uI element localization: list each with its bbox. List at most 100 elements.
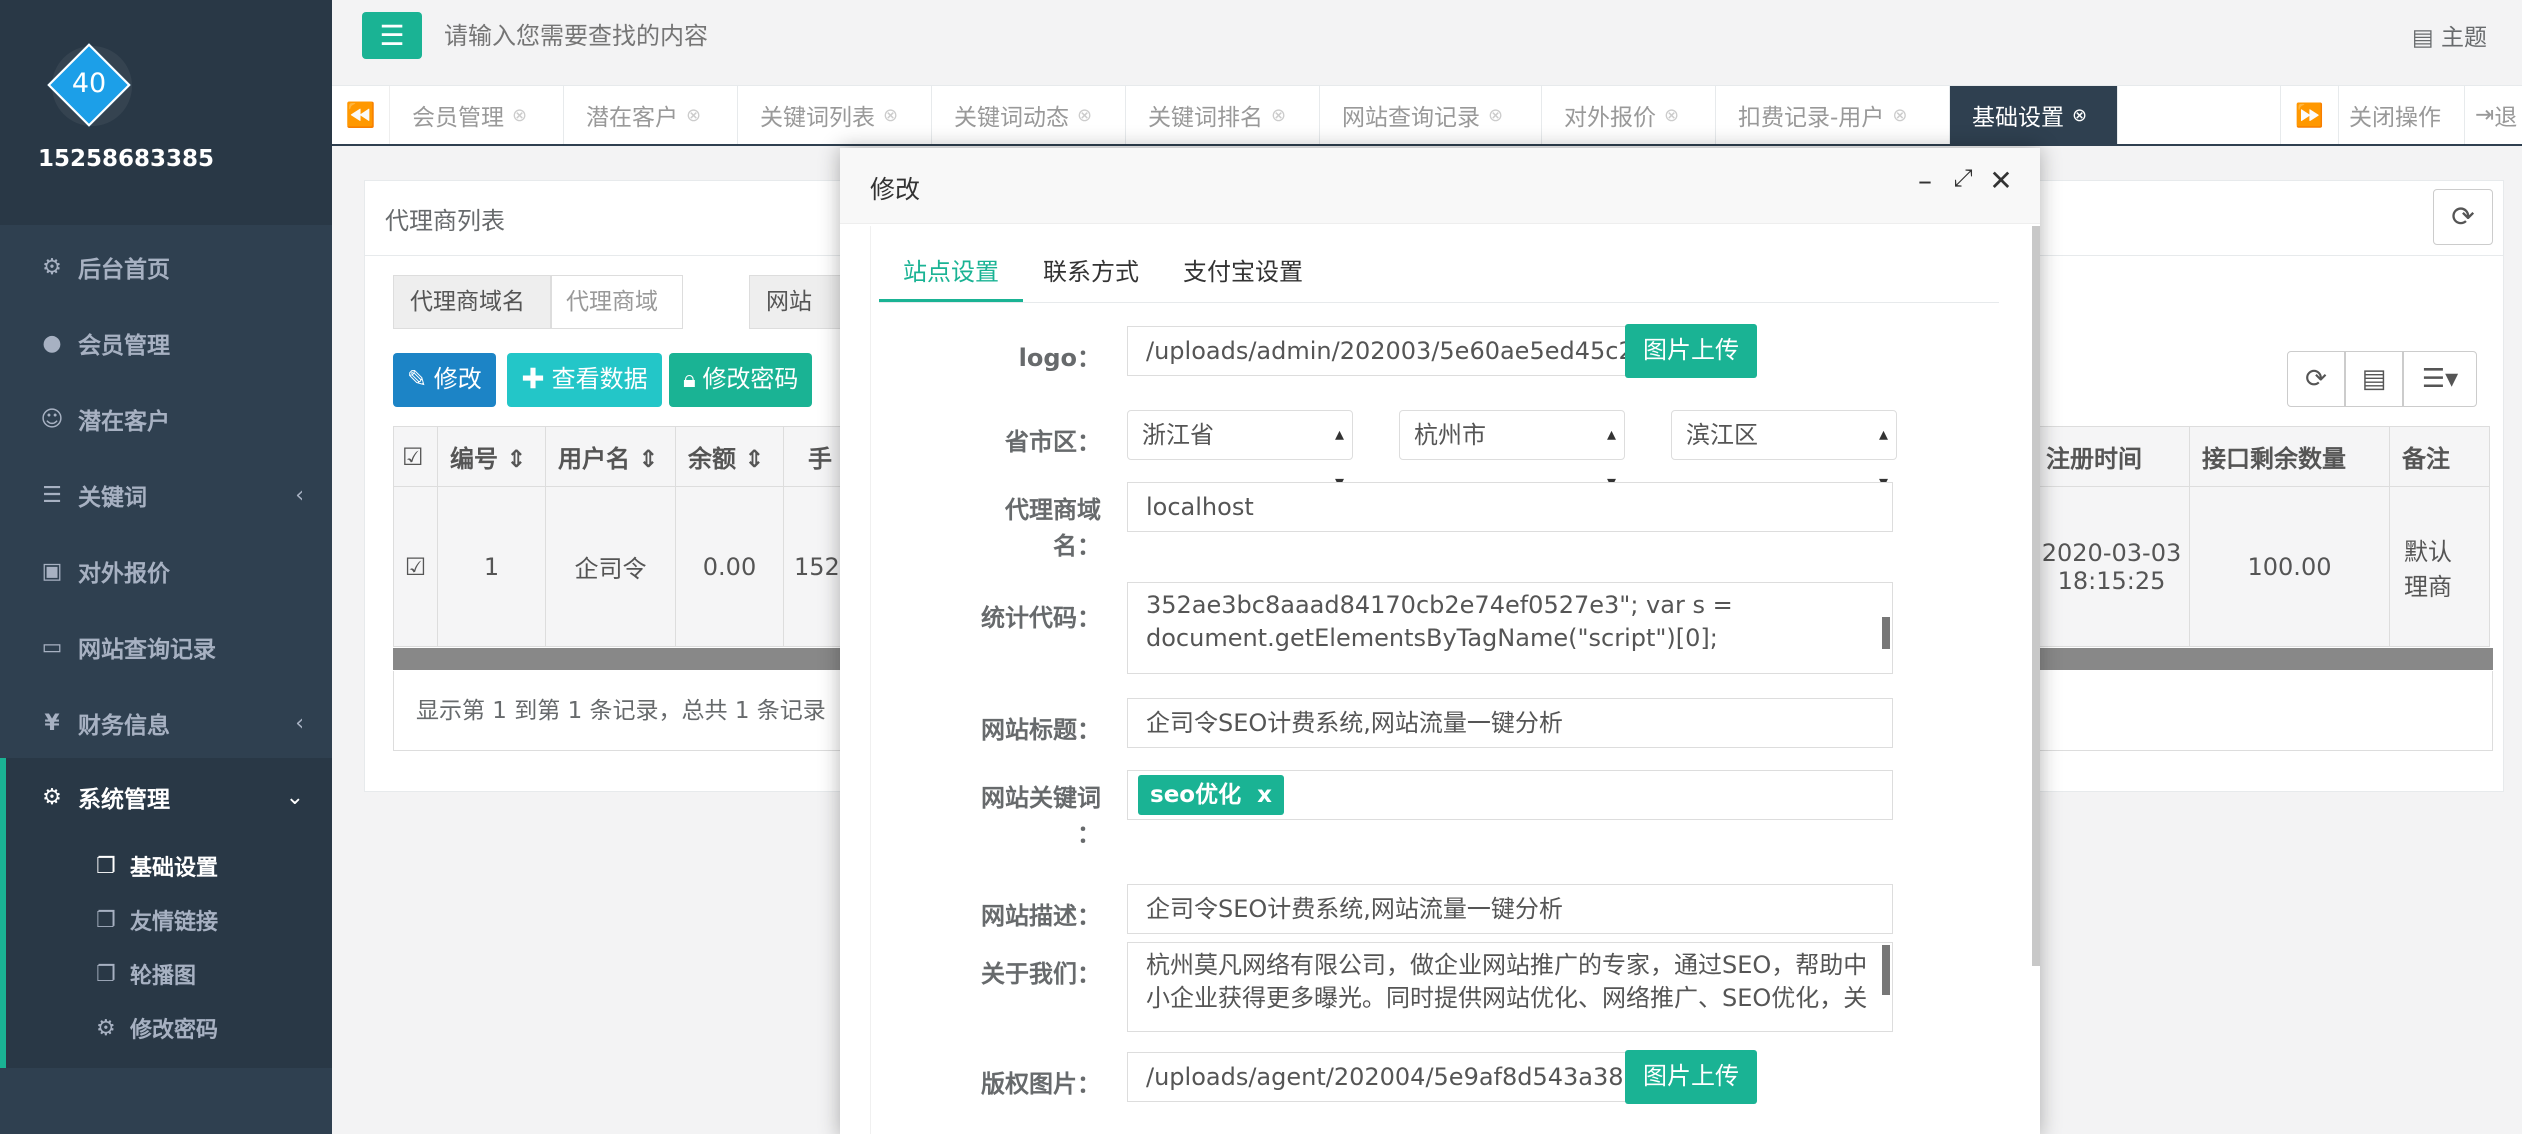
sidebar-item-system[interactable]: ⚙ 系统管理 ⌄ [0,760,332,834]
tab-label: 关键词排名 [1148,105,1263,131]
user-phone[interactable]: 15258683385 [38,146,214,172]
site-title-input[interactable]: 企司令SEO计费系统,网站流量一键分析 [1127,698,1893,748]
textarea-scrollbar[interactable] [1882,617,1890,649]
logout-icon: ⇥ [2475,102,2495,128]
tab-members[interactable]: 会员管理 ⊗ [390,86,564,144]
site-desc-input[interactable]: 企司令SEO计费系统,网站流量一键分析 [1127,884,1893,934]
sidebar-subitem-label: 友情链接 [130,910,219,935]
tab-label: 关键词动态 [954,105,1069,131]
province-value: 浙江省 [1142,421,1214,449]
city-select[interactable]: 杭州市▴▾ [1399,410,1625,493]
domain-label: 代理商域 名： [1005,496,1101,560]
sidebar-item-members[interactable]: ● 会员管理 [0,306,332,380]
minimize-icon[interactable]: – [1908,164,1942,197]
close-icon[interactable]: ⊗ [2072,105,2087,126]
sidebar-subitem-label: 基础设置 [130,856,219,881]
sidebar-item-site-queries[interactable]: ▭ 网站查询记录 [0,610,332,684]
close-icon[interactable]: ✕ [1984,164,2018,197]
about-line: 杭州莫凡网络有限公司，做企业网站推广的专家，通过SEO，帮助中 [1146,951,1868,979]
column-header-reg-time[interactable]: 注册时间 [2033,426,2190,487]
tab-deduction-records[interactable]: 扣费记录-用户 ⊗ [1716,86,1950,144]
search-input[interactable] [444,12,1044,60]
keyword-tag: seo优化 x [1138,775,1284,815]
modal-scrollbar[interactable] [2032,226,2040,966]
sidebar-subitem-carousel[interactable]: ❐ 轮播图 [96,948,196,1000]
domain-input[interactable]: localhost [1127,482,1893,532]
sidebar-item-keywords[interactable]: ☰ 关键词 ‹ [0,458,332,532]
modal-header: 修改 – ⤢ ✕ [840,148,2040,224]
tab-basic-settings[interactable]: 基础设置 ⊗ [1950,86,2118,144]
tab-keyword-activity[interactable]: 关键词动态 ⊗ [932,86,1126,144]
sidebar-item-home[interactable]: ⚙ 后台首页 [0,230,332,304]
close-icon[interactable]: ⊗ [1892,105,1907,126]
about-textarea[interactable]: 杭州莫凡网络有限公司，做企业网站推广的专家，通过SEO，帮助中 小企业获得更多曝… [1127,942,1893,1032]
sidebar-item-finance[interactable]: ¥ 财务信息 ‹ [0,686,332,760]
column-header-note[interactable]: 备注 [2389,426,2490,487]
tab-alipay-settings[interactable]: 支付宝设置 [1159,242,1327,302]
copyright-upload-button[interactable]: 图片上传 [1625,1050,1757,1104]
column-header-id[interactable]: 编号 ⇕ [437,426,546,487]
logout-button[interactable]: ⇥ 退 [2464,86,2522,144]
district-value: 滨江区 [1686,421,1758,449]
close-icon[interactable]: ⊗ [1271,105,1286,126]
table-columns-button[interactable]: ☰▾ [2403,351,2477,407]
column-header-balance[interactable]: 余额 ⇕ [675,426,784,487]
tab-scroll-left-button[interactable]: ⏪ [332,86,390,144]
close-icon[interactable]: ⊗ [1664,105,1679,126]
tab-label: 对外报价 [1564,105,1656,131]
gears-icon: ⚙ [96,1015,116,1041]
sidebar-subitem-basic-settings[interactable]: ❐ 基础设置 [96,840,218,892]
close-icon[interactable]: ⊗ [883,105,898,126]
view-data-button[interactable]: ✚ 查看数据 [507,353,662,407]
theme-button[interactable]: ▤ 主题 [2412,18,2522,52]
table-toggle-view-button[interactable]: ▤ [2345,351,2403,407]
textarea-scrollbar[interactable] [1882,945,1890,995]
filter-domain-input[interactable]: 代理商域名 [551,275,683,329]
tab-scroll-right-button[interactable]: ⏩ [2280,86,2338,144]
select-all-checkbox[interactable]: ☑ [393,426,438,487]
sidebar-subitem-friend-links[interactable]: ❐ 友情链接 [96,894,218,946]
cell-note: 默认 理商 [2389,486,2490,647]
about-label: 关于我们： [981,960,1101,988]
table-refresh-button[interactable]: ⟳ [2287,351,2345,407]
close-icon[interactable]: ⊗ [686,105,701,126]
column-header-username[interactable]: 用户名 ⇕ [545,426,676,487]
modal-title: 修改 [870,175,921,204]
tab-keyword-list[interactable]: 关键词列表 ⊗ [738,86,932,144]
district-select[interactable]: 滨江区▴▾ [1671,410,1897,493]
close-icon[interactable]: ⊗ [1077,105,1092,126]
logo-upload-button[interactable]: 图片上传 [1625,324,1757,378]
tag-remove-icon[interactable]: x [1257,782,1272,808]
province-select[interactable]: 浙江省▴▾ [1127,410,1353,493]
tab-prospects[interactable]: 潜在客户 ⊗ [564,86,738,144]
yen-icon: ¥ [44,710,60,736]
logout-label: 退 [2494,105,2518,131]
sidebar-item-quotes[interactable]: ▣ 对外报价 [0,534,332,608]
tab-keyword-ranking[interactable]: 关键词排名 ⊗ [1126,86,1320,144]
panel-refresh-button[interactable]: ⟳ [2433,189,2493,245]
close-icon[interactable]: ⊗ [1488,105,1503,126]
close-operations-button[interactable]: 关闭操作 [2338,86,2464,144]
sidebar-subitem-label: 修改密码 [130,1018,219,1043]
maximize-icon[interactable]: ⤢ [1946,164,1980,192]
sidebar-item-label: 会员管理 [78,333,170,359]
row-checkbox[interactable]: ☑ [393,486,438,647]
close-icon[interactable]: ⊗ [512,105,527,126]
change-password-button[interactable]: 🔒︎ 修改密码 [669,353,813,407]
edit-button[interactable]: ✎ 修改 [393,353,496,407]
tab-contact[interactable]: 联系方式 [1019,242,1163,302]
copyright-image-input[interactable]: /uploads/agent/202004/5e9af8d543a38.png [1127,1052,1627,1102]
tab-site-queries[interactable]: 网站查询记录 ⊗ [1320,86,1542,144]
column-header-remaining[interactable]: 接口剩余数量 [2189,426,2390,487]
sidebar-item-label: 财务信息 [78,713,170,739]
keywords-tag-input[interactable]: seo优化 x [1127,770,1893,820]
sidebar-item-prospects[interactable]: ☺ 潜在客户 [0,382,332,456]
sidebar-subitem-change-password[interactable]: ⚙ 修改密码 [96,1002,218,1054]
tab-site-settings[interactable]: 站点设置 [879,242,1023,302]
logo-path-input[interactable]: /uploads/admin/202003/5e60ae5ed45c2.png [1127,326,1627,376]
menu-toggle-button[interactable]: ☰ [362,12,422,59]
stats-code-textarea[interactable]: 352ae3bc8aaad84170cb2e74ef0527e3"; var s… [1127,582,1893,674]
tab-quotes[interactable]: 对外报价 ⊗ [1542,86,1716,144]
stats-code-line: 352ae3bc8aaad84170cb2e74ef0527e3"; var s… [1146,591,1733,619]
cell-reg-time: 2020-03-03 18:15:25 [2033,486,2190,647]
